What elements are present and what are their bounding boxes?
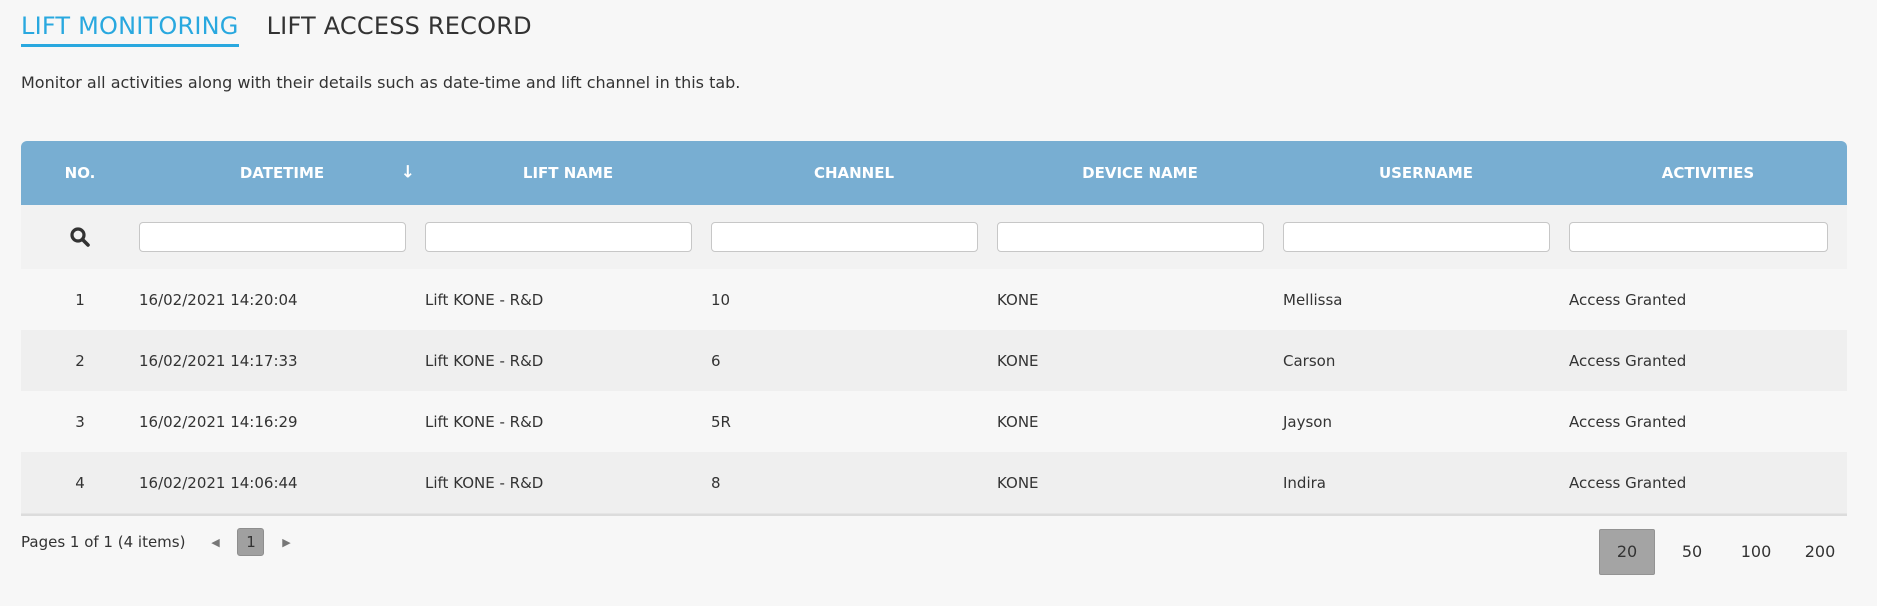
filter-cell-datetime: [139, 222, 425, 252]
filter-icon-cell: [21, 226, 139, 248]
filter-input-username[interactable]: [1283, 222, 1550, 252]
filter-input-lift-name[interactable]: [425, 222, 692, 252]
table-row[interactable]: 4 16/02/2021 14:06:44 Lift KONE - R&D 8 …: [21, 452, 1847, 513]
column-header-datetime[interactable]: DATETIME ↓: [139, 164, 425, 182]
pager-next-icon[interactable]: ▶: [274, 536, 298, 549]
column-header-channel[interactable]: CHANNEL: [711, 164, 997, 182]
pager: Pages 1 of 1 (4 items) ◀ 1 ▶: [21, 528, 298, 556]
filter-cell-activities: [1569, 222, 1847, 252]
cell-username: Carson: [1283, 351, 1336, 370]
filter-cell-device-name: [997, 222, 1283, 252]
cell-no: 1: [75, 290, 85, 309]
cell-no: 2: [75, 351, 85, 370]
cell-device-name: KONE: [997, 351, 1039, 370]
cell-activities: Access Granted: [1569, 290, 1687, 309]
tab-lift-access-record[interactable]: LIFT ACCESS RECORD: [267, 12, 532, 47]
cell-lift-name: Lift KONE - R&D: [425, 351, 544, 370]
filter-input-datetime[interactable]: [139, 222, 406, 252]
page-size-200-button[interactable]: 200: [1793, 530, 1847, 574]
filter-input-activities[interactable]: [1569, 222, 1828, 252]
filter-cell-channel: [711, 222, 997, 252]
filter-cell-lift-name: [425, 222, 711, 252]
cell-lift-name: Lift KONE - R&D: [425, 412, 544, 431]
page-description: Monitor all activities along with their …: [21, 73, 741, 92]
table-row[interactable]: 3 16/02/2021 14:16:29 Lift KONE - R&D 5R…: [21, 391, 1847, 452]
cell-lift-name: Lift KONE - R&D: [425, 473, 544, 492]
cell-activities: Access Granted: [1569, 351, 1687, 370]
cell-datetime: 16/02/2021 14:16:29: [139, 412, 298, 431]
arrow-down-icon[interactable]: ↓: [401, 164, 415, 182]
filter-input-channel[interactable]: [711, 222, 978, 252]
cell-datetime: 16/02/2021 14:06:44: [139, 473, 298, 492]
column-header-username[interactable]: USERNAME: [1283, 164, 1569, 182]
column-header-activities[interactable]: ACTIVITIES: [1569, 164, 1847, 182]
column-header-lift-name[interactable]: LIFT NAME: [425, 164, 711, 182]
tab-bar: LIFT MONITORING LIFT ACCESS RECORD: [21, 12, 532, 47]
cell-device-name: KONE: [997, 290, 1039, 309]
cell-activities: Access Granted: [1569, 473, 1687, 492]
cell-channel: 6: [711, 351, 721, 370]
cell-activities: Access Granted: [1569, 412, 1687, 431]
cell-username: Indira: [1283, 473, 1326, 492]
filter-cell-username: [1283, 222, 1569, 252]
cell-username: Jayson: [1283, 412, 1332, 431]
table-row[interactable]: 2 16/02/2021 14:17:33 Lift KONE - R&D 6 …: [21, 330, 1847, 391]
cell-username: Mellissa: [1283, 290, 1343, 309]
grid-header-row: NO. DATETIME ↓ LIFT NAME CHANNEL DEVICE …: [21, 141, 1847, 205]
page-size-50-button[interactable]: 50: [1665, 530, 1719, 574]
page-size-100-button[interactable]: 100: [1729, 530, 1783, 574]
cell-datetime: 16/02/2021 14:17:33: [139, 351, 298, 370]
search-icon[interactable]: [69, 226, 91, 248]
cell-datetime: 16/02/2021 14:20:04: [139, 290, 298, 309]
grid-filter-row: [21, 205, 1847, 269]
pager-page-button[interactable]: 1: [237, 528, 265, 556]
grid-bottom-divider: [21, 513, 1847, 516]
column-header-device-name[interactable]: DEVICE NAME: [997, 164, 1283, 182]
pager-info: Pages 1 of 1 (4 items): [21, 533, 186, 551]
cell-channel: 5R: [711, 412, 731, 431]
cell-no: 4: [75, 473, 85, 492]
filter-input-device-name[interactable]: [997, 222, 1264, 252]
cell-channel: 8: [711, 473, 721, 492]
cell-no: 3: [75, 412, 85, 431]
column-header-datetime-label: DATETIME: [239, 164, 325, 182]
cell-lift-name: Lift KONE - R&D: [425, 290, 544, 309]
cell-channel: 10: [711, 290, 731, 309]
tab-lift-monitoring[interactable]: LIFT MONITORING: [21, 12, 239, 47]
table-row[interactable]: 1 16/02/2021 14:20:04 Lift KONE - R&D 10…: [21, 269, 1847, 330]
lift-monitoring-page: LIFT MONITORING LIFT ACCESS RECORD Monit…: [0, 0, 1877, 606]
column-header-no[interactable]: NO.: [21, 164, 139, 182]
activity-grid: NO. DATETIME ↓ LIFT NAME CHANNEL DEVICE …: [21, 141, 1847, 516]
cell-device-name: KONE: [997, 412, 1039, 431]
page-size-20-button[interactable]: 20: [1599, 529, 1655, 575]
page-size-selector: 20 50 100 200: [1599, 529, 1847, 575]
pager-prev-icon[interactable]: ◀: [203, 536, 227, 549]
cell-device-name: KONE: [997, 473, 1039, 492]
